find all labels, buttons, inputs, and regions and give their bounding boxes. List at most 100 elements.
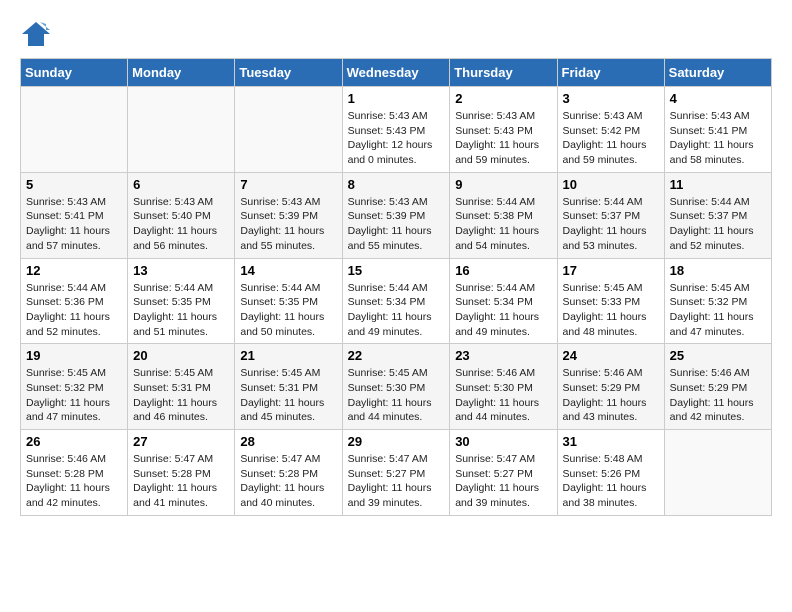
day-info: Sunrise: 5:47 AM Sunset: 5:27 PM Dayligh…	[455, 452, 551, 511]
day-number: 19	[26, 348, 122, 363]
day-cell: 26Sunrise: 5:46 AM Sunset: 5:28 PM Dayli…	[21, 430, 128, 516]
day-cell	[128, 87, 235, 173]
day-info: Sunrise: 5:46 AM Sunset: 5:28 PM Dayligh…	[26, 452, 122, 511]
day-number: 23	[455, 348, 551, 363]
day-info: Sunrise: 5:47 AM Sunset: 5:28 PM Dayligh…	[133, 452, 229, 511]
day-cell: 16Sunrise: 5:44 AM Sunset: 5:34 PM Dayli…	[450, 258, 557, 344]
day-cell: 29Sunrise: 5:47 AM Sunset: 5:27 PM Dayli…	[342, 430, 450, 516]
day-cell: 24 Sunrise: 5:46 AM Sunset: 5:29 PM Dayli…	[557, 344, 664, 430]
day-cell: 5 Sunrise: 5:43 AM Sunset: 5:41 PM Daylig…	[21, 172, 128, 258]
logo	[20, 20, 56, 48]
day-number: 7	[240, 177, 336, 192]
day-info: Sunrise: 5:44 AM Sunset: 5:36 PM Dayligh…	[26, 281, 122, 340]
day-number: 18	[670, 263, 766, 278]
day-number: 10	[563, 177, 659, 192]
day-cell: 14 Sunrise: 5:44 AM Sunset: 5:35 PM Dayli…	[235, 258, 342, 344]
day-number: 3	[563, 91, 659, 106]
day-number: 11	[670, 177, 766, 192]
week-row-5: 26Sunrise: 5:46 AM Sunset: 5:28 PM Dayli…	[21, 430, 772, 516]
calendar-body: 1 Sunrise: 5:43 AM Sunset: 5:43 PM Daylig…	[21, 87, 772, 516]
day-number: 21	[240, 348, 336, 363]
day-cell: 18Sunrise: 5:45 AM Sunset: 5:32 PM Dayli…	[664, 258, 771, 344]
day-number: 25	[670, 348, 766, 363]
day-number: 2	[455, 91, 551, 106]
header-cell-thursday: Thursday	[450, 59, 557, 87]
day-cell: 11 Sunrise: 5:44 AM Sunset: 5:37 PM Dayli…	[664, 172, 771, 258]
day-number: 24	[563, 348, 659, 363]
week-row-1: 1 Sunrise: 5:43 AM Sunset: 5:43 PM Daylig…	[21, 87, 772, 173]
day-info: Sunrise: 5:43 AM Sunset: 5:41 PM Dayligh…	[26, 195, 122, 254]
day-info: Sunrise: 5:48 AM Sunset: 5:26 PM Dayligh…	[563, 452, 659, 511]
day-info: Sunrise: 5:45 AM Sunset: 5:32 PM Dayligh…	[26, 366, 122, 425]
day-cell: 23 Sunrise: 5:46 AM Sunset: 5:30 PM Dayli…	[450, 344, 557, 430]
day-number: 13	[133, 263, 229, 278]
day-cell: 30Sunrise: 5:47 AM Sunset: 5:27 PM Dayli…	[450, 430, 557, 516]
day-info: Sunrise: 5:45 AM Sunset: 5:31 PM Dayligh…	[240, 366, 336, 425]
day-cell: 7 Sunrise: 5:43 AM Sunset: 5:39 PM Daylig…	[235, 172, 342, 258]
day-info: Sunrise: 5:44 AM Sunset: 5:35 PM Dayligh…	[240, 281, 336, 340]
day-number: 5	[26, 177, 122, 192]
day-cell: 15Sunrise: 5:44 AM Sunset: 5:34 PM Dayli…	[342, 258, 450, 344]
header-cell-saturday: Saturday	[664, 59, 771, 87]
day-info: Sunrise: 5:43 AM Sunset: 5:42 PM Dayligh…	[563, 109, 659, 168]
day-cell: 2 Sunrise: 5:43 AM Sunset: 5:43 PM Daylig…	[450, 87, 557, 173]
day-number: 17	[563, 263, 659, 278]
day-info: Sunrise: 5:47 AM Sunset: 5:27 PM Dayligh…	[348, 452, 445, 511]
day-info: Sunrise: 5:43 AM Sunset: 5:40 PM Dayligh…	[133, 195, 229, 254]
day-number: 9	[455, 177, 551, 192]
day-number: 14	[240, 263, 336, 278]
day-info: Sunrise: 5:44 AM Sunset: 5:38 PM Dayligh…	[455, 195, 551, 254]
day-cell	[235, 87, 342, 173]
day-info: Sunrise: 5:46 AM Sunset: 5:29 PM Dayligh…	[670, 366, 766, 425]
day-cell: 21 Sunrise: 5:45 AM Sunset: 5:31 PM Dayli…	[235, 344, 342, 430]
day-cell: 4 Sunrise: 5:43 AM Sunset: 5:41 PM Daylig…	[664, 87, 771, 173]
week-row-2: 5 Sunrise: 5:43 AM Sunset: 5:41 PM Daylig…	[21, 172, 772, 258]
day-cell: 3 Sunrise: 5:43 AM Sunset: 5:42 PM Daylig…	[557, 87, 664, 173]
day-number: 27	[133, 434, 229, 449]
day-info: Sunrise: 5:43 AM Sunset: 5:43 PM Dayligh…	[348, 109, 445, 168]
day-cell: 10Sunrise: 5:44 AM Sunset: 5:37 PM Dayli…	[557, 172, 664, 258]
day-number: 1	[348, 91, 445, 106]
day-info: Sunrise: 5:43 AM Sunset: 5:41 PM Dayligh…	[670, 109, 766, 168]
day-info: Sunrise: 5:44 AM Sunset: 5:37 PM Dayligh…	[670, 195, 766, 254]
calendar-header: SundayMondayTuesdayWednesdayThursdayFrid…	[21, 59, 772, 87]
day-number: 22	[348, 348, 445, 363]
day-cell: 31 Sunrise: 5:48 AM Sunset: 5:26 PM Dayli…	[557, 430, 664, 516]
day-info: Sunrise: 5:43 AM Sunset: 5:39 PM Dayligh…	[348, 195, 445, 254]
day-number: 16	[455, 263, 551, 278]
header-cell-tuesday: Tuesday	[235, 59, 342, 87]
day-number: 6	[133, 177, 229, 192]
header-row: SundayMondayTuesdayWednesdayThursdayFrid…	[21, 59, 772, 87]
page-header	[20, 20, 772, 48]
week-row-4: 19 Sunrise: 5:45 AM Sunset: 5:32 PM Dayli…	[21, 344, 772, 430]
day-number: 4	[670, 91, 766, 106]
day-info: Sunrise: 5:43 AM Sunset: 5:43 PM Dayligh…	[455, 109, 551, 168]
calendar-table: SundayMondayTuesdayWednesdayThursdayFrid…	[20, 58, 772, 516]
day-cell: 1 Sunrise: 5:43 AM Sunset: 5:43 PM Daylig…	[342, 87, 450, 173]
day-info: Sunrise: 5:46 AM Sunset: 5:29 PM Dayligh…	[563, 366, 659, 425]
day-cell: 20 Sunrise: 5:45 AM Sunset: 5:31 PM Dayli…	[128, 344, 235, 430]
day-info: Sunrise: 5:43 AM Sunset: 5:39 PM Dayligh…	[240, 195, 336, 254]
day-info: Sunrise: 5:44 AM Sunset: 5:34 PM Dayligh…	[348, 281, 445, 340]
day-cell: 8 Sunrise: 5:43 AM Sunset: 5:39 PM Daylig…	[342, 172, 450, 258]
day-cell: 17 Sunrise: 5:45 AM Sunset: 5:33 PM Dayli…	[557, 258, 664, 344]
day-cell: 9 Sunrise: 5:44 AM Sunset: 5:38 PM Daylig…	[450, 172, 557, 258]
day-cell: 12Sunrise: 5:44 AM Sunset: 5:36 PM Dayli…	[21, 258, 128, 344]
day-cell: 22 Sunrise: 5:45 AM Sunset: 5:30 PM Dayli…	[342, 344, 450, 430]
day-info: Sunrise: 5:44 AM Sunset: 5:35 PM Dayligh…	[133, 281, 229, 340]
day-number: 8	[348, 177, 445, 192]
day-number: 31	[563, 434, 659, 449]
day-info: Sunrise: 5:45 AM Sunset: 5:31 PM Dayligh…	[133, 366, 229, 425]
day-cell: 6 Sunrise: 5:43 AM Sunset: 5:40 PM Daylig…	[128, 172, 235, 258]
day-cell: 25 Sunrise: 5:46 AM Sunset: 5:29 PM Dayli…	[664, 344, 771, 430]
logo-icon	[20, 20, 52, 48]
day-cell	[21, 87, 128, 173]
day-info: Sunrise: 5:46 AM Sunset: 5:30 PM Dayligh…	[455, 366, 551, 425]
header-cell-friday: Friday	[557, 59, 664, 87]
day-info: Sunrise: 5:45 AM Sunset: 5:33 PM Dayligh…	[563, 281, 659, 340]
day-number: 20	[133, 348, 229, 363]
header-cell-wednesday: Wednesday	[342, 59, 450, 87]
day-cell: 28Sunrise: 5:47 AM Sunset: 5:28 PM Dayli…	[235, 430, 342, 516]
day-info: Sunrise: 5:45 AM Sunset: 5:30 PM Dayligh…	[348, 366, 445, 425]
day-cell: 19 Sunrise: 5:45 AM Sunset: 5:32 PM Dayli…	[21, 344, 128, 430]
